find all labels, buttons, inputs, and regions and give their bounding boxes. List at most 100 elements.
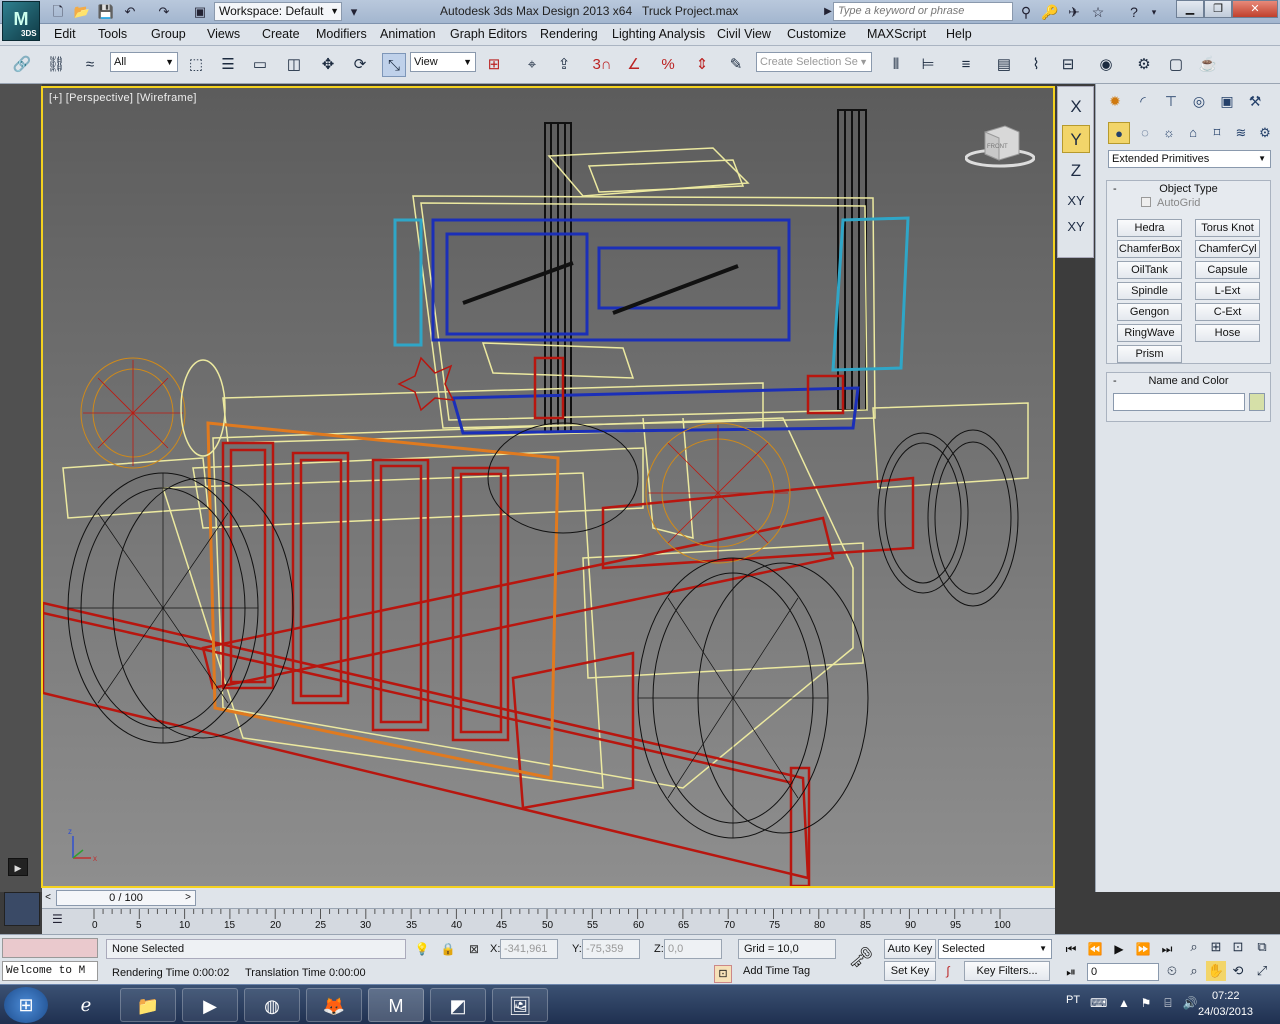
help-dropdown-icon[interactable]: ▾ bbox=[1144, 3, 1164, 21]
curve-editor-icon[interactable]: ⌇ bbox=[1024, 53, 1048, 77]
go-to-end-icon[interactable]: ⏭ bbox=[1156, 940, 1178, 958]
customize-qat-icon[interactable]: ▾ bbox=[344, 3, 364, 21]
workspace-dropdown[interactable]: Workspace: Default ▼ bbox=[214, 2, 342, 21]
object-name-input[interactable] bbox=[1113, 393, 1245, 411]
3ds-max-taskbar-icon[interactable]: M bbox=[368, 988, 424, 1022]
oiltank-button[interactable]: OilTank bbox=[1117, 261, 1182, 279]
axis-x-button[interactable]: X bbox=[1062, 93, 1090, 121]
viewport-label[interactable]: [+] [Perspective] [Wireframe] bbox=[49, 92, 197, 104]
time-tag-icon[interactable]: ⊡ bbox=[714, 965, 732, 983]
name-and-color-header[interactable]: - Name and Color bbox=[1107, 373, 1270, 389]
axis-xy-button[interactable]: XY bbox=[1062, 187, 1090, 215]
unlink-icon[interactable]: ⛓ bbox=[44, 53, 68, 77]
utilities-tab-icon[interactable]: ⚒ bbox=[1244, 90, 1266, 112]
capsule-button[interactable]: Capsule bbox=[1195, 261, 1260, 279]
select-and-scale-icon[interactable]: ⤡ bbox=[382, 53, 406, 77]
rectangular-selection-icon[interactable]: ▭ bbox=[248, 53, 272, 77]
default-in-out-tangents-icon[interactable]: ∫ bbox=[940, 963, 956, 979]
close-button[interactable]: ✕ bbox=[1232, 0, 1278, 18]
previous-frame-icon[interactable]: < bbox=[42, 890, 54, 906]
keyboard-shortcut-override-icon[interactable]: ⇪ bbox=[552, 53, 576, 77]
geometry-icon[interactable]: ● bbox=[1108, 122, 1130, 144]
add-time-tag[interactable]: Add Time Tag bbox=[738, 965, 810, 977]
binoculars-icon[interactable]: ⚲ bbox=[1016, 3, 1036, 21]
maxscript-mini-listener-output[interactable] bbox=[2, 938, 98, 958]
media-player-icon[interactable]: ▶ bbox=[182, 988, 238, 1022]
select-manipulate-icon[interactable]: ⌖ bbox=[520, 53, 544, 77]
hose-button[interactable]: Hose bbox=[1195, 324, 1260, 342]
auto-key-button[interactable]: Auto Key bbox=[884, 939, 936, 959]
maximize-button[interactable]: ❐ bbox=[1204, 0, 1232, 18]
time-configuration-icon[interactable]: ⏲ bbox=[1162, 961, 1182, 981]
select-and-rotate-icon[interactable]: ⟳ bbox=[348, 53, 372, 77]
favorites-icon[interactable]: ☆ bbox=[1088, 3, 1108, 21]
y-coordinate-field[interactable]: -75,359 bbox=[582, 939, 640, 959]
display-tab-icon[interactable]: ▣ bbox=[1216, 90, 1238, 112]
action-center-icon[interactable]: ⚑ bbox=[1138, 995, 1154, 1011]
project-folder-icon[interactable]: ▣ bbox=[190, 3, 210, 21]
selection-lock-icon[interactable]: 🔒 bbox=[440, 941, 456, 957]
subscription-icon[interactable]: 🔑 bbox=[1040, 3, 1060, 21]
percent-snap-icon[interactable]: % bbox=[656, 53, 680, 77]
object-type-header[interactable]: - Object Type bbox=[1107, 181, 1270, 197]
menu-help[interactable]: Help bbox=[946, 27, 972, 41]
app-logo[interactable]: M 3DS bbox=[2, 1, 40, 41]
help-icon[interactable]: ? bbox=[1124, 3, 1144, 21]
spinner-snap-icon[interactable]: ⇕ bbox=[690, 53, 714, 77]
volume-icon[interactable]: 🔊 bbox=[1182, 995, 1198, 1011]
primitive-category-dropdown[interactable]: Extended Primitives ▼ bbox=[1108, 150, 1271, 168]
menu-tools[interactable]: Tools bbox=[98, 27, 127, 41]
bind-space-warp-icon[interactable]: ≈ bbox=[78, 53, 102, 77]
gengon-button[interactable]: Gengon bbox=[1117, 303, 1182, 321]
schematic-view-icon[interactable]: ⊟ bbox=[1056, 53, 1080, 77]
file-explorer-icon[interactable]: 📁 bbox=[120, 988, 176, 1022]
picture-viewer-icon[interactable]: 🖼 bbox=[492, 988, 548, 1022]
clock-time[interactable]: 07:22 bbox=[1212, 990, 1240, 1002]
mirror-icon[interactable]: ⫴ bbox=[884, 53, 908, 77]
maxscript-mini-listener[interactable]: Welcome to M bbox=[2, 961, 98, 981]
keyword-search-input[interactable]: Type a keyword or phrase bbox=[833, 2, 1013, 21]
menu-create[interactable]: Create bbox=[262, 27, 300, 41]
key-filters-button[interactable]: Key Filters... bbox=[964, 961, 1050, 981]
menu-group[interactable]: Group bbox=[151, 27, 186, 41]
field-of-view-icon[interactable]: ⌕ bbox=[1184, 961, 1204, 981]
show-hidden-icons-icon[interactable]: ▲ bbox=[1116, 995, 1132, 1011]
spindle-button[interactable]: Spindle bbox=[1117, 282, 1182, 300]
next-frame-button-icon[interactable]: ⏩ bbox=[1132, 940, 1154, 958]
object-color-swatch[interactable] bbox=[1249, 393, 1265, 411]
graphite-ribbon-icon[interactable]: ▤ bbox=[992, 53, 1016, 77]
zoom-extents-icon[interactable]: ⊡ bbox=[1228, 937, 1248, 957]
menu-civil-view[interactable]: Civil View bbox=[717, 27, 771, 41]
menu-graph-editors[interactable]: Graph Editors bbox=[450, 27, 527, 41]
zoom-icon[interactable]: ⌕ bbox=[1184, 937, 1204, 957]
maximize-viewport-icon[interactable]: ⤢ bbox=[1252, 961, 1272, 981]
go-to-start-icon[interactable]: ⏮ bbox=[1060, 940, 1082, 958]
lights-icon[interactable]: ☼ bbox=[1158, 122, 1180, 144]
systems-icon[interactable]: ⚙ bbox=[1254, 122, 1276, 144]
isolate-selection-icon[interactable]: 💡 bbox=[414, 941, 430, 957]
axis-xy-cycle-button[interactable]: XY bbox=[1062, 213, 1090, 241]
key-mode-toggle-icon[interactable]: ⏯ bbox=[1060, 963, 1082, 981]
l-ext-button[interactable]: L-Ext bbox=[1195, 282, 1260, 300]
autogrid-checkbox[interactable]: AutoGrid bbox=[1141, 197, 1200, 209]
undo-icon[interactable]: ↶ bbox=[120, 3, 140, 21]
menu-edit[interactable]: Edit bbox=[54, 27, 76, 41]
align-icon[interactable]: ⊨ bbox=[916, 53, 940, 77]
helpers-icon[interactable]: ⌑ bbox=[1206, 122, 1228, 144]
pivot-center-icon[interactable]: ⊞ bbox=[482, 53, 506, 77]
pan-view-icon[interactable]: ✋ bbox=[1206, 961, 1226, 981]
reference-coordinate-dropdown[interactable]: View ▼ bbox=[410, 52, 476, 72]
current-frame-field[interactable]: 0 bbox=[1087, 963, 1159, 981]
absolute-transform-icon[interactable]: ⊠ bbox=[466, 941, 482, 957]
chamfercyl-button[interactable]: ChamferCyl bbox=[1195, 240, 1260, 258]
axis-z-button[interactable]: Z bbox=[1062, 157, 1090, 185]
menu-maxscript[interactable]: MAXScript bbox=[867, 27, 926, 41]
hierarchy-tab-icon[interactable]: ⊤ bbox=[1160, 90, 1182, 112]
render-production-icon[interactable]: ☕ bbox=[1196, 53, 1220, 77]
minimize-button[interactable]: ▁ bbox=[1176, 0, 1204, 18]
time-slider[interactable]: 0 / 100 bbox=[56, 890, 196, 906]
next-frame-icon[interactable]: > bbox=[182, 890, 194, 906]
menu-customize[interactable]: Customize bbox=[787, 27, 846, 41]
mini-curve-editor-icon[interactable] bbox=[4, 892, 40, 926]
hedra-button[interactable]: Hedra bbox=[1117, 219, 1182, 237]
